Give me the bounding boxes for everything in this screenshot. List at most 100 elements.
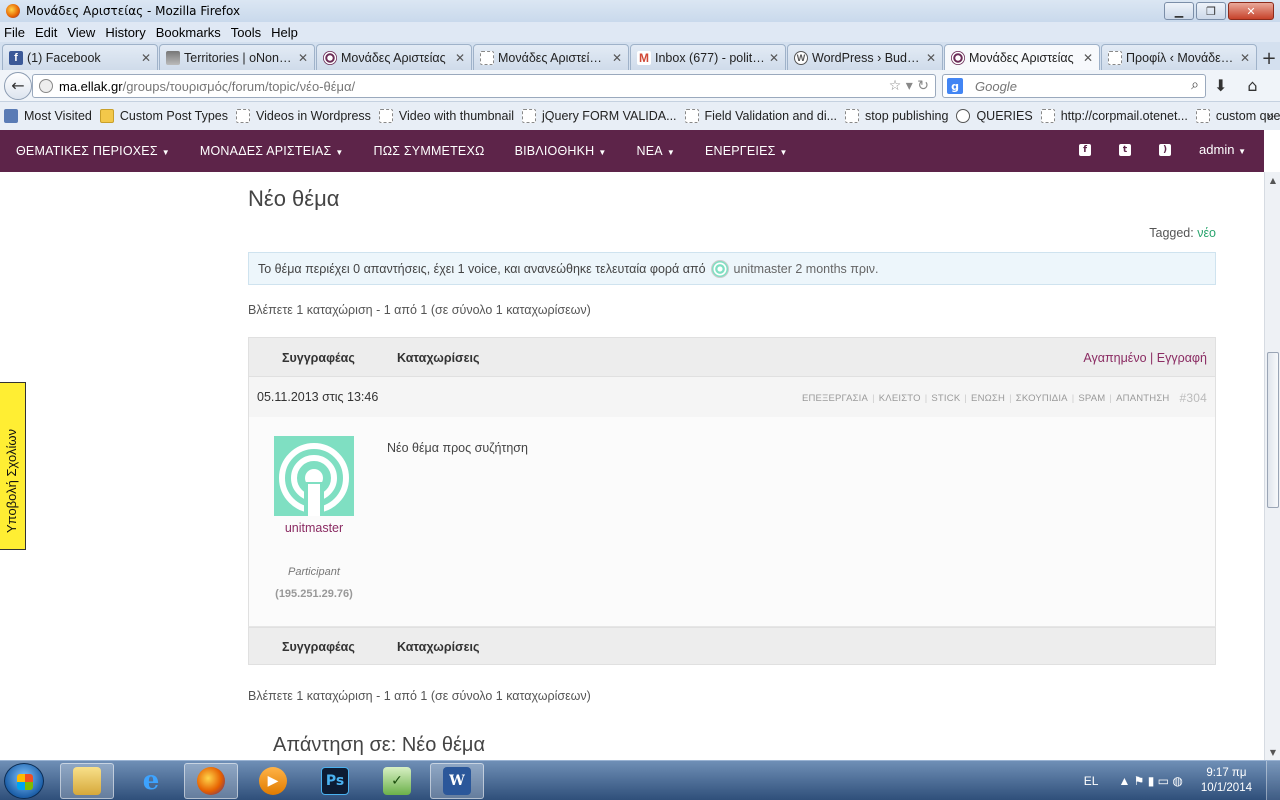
- post-body: unitmaster Participant (195.251.29.76) Ν…: [248, 417, 1216, 627]
- taskbar-app-word[interactable]: W: [430, 763, 484, 799]
- url-host: ma.ellak.gr: [59, 78, 123, 94]
- google-engine-icon[interactable]: g: [947, 78, 963, 94]
- close-tab-icon[interactable]: ✕: [141, 51, 151, 65]
- twitter-icon[interactable]: t: [1119, 143, 1132, 156]
- start-button[interactable]: [4, 763, 44, 799]
- bookmark-item[interactable]: Most Visited: [4, 109, 92, 123]
- bookmark-item[interactable]: jQuery FORM VALIDA...: [522, 109, 677, 123]
- minimize-button[interactable]: ▁: [1164, 2, 1194, 20]
- post-action-link[interactable]: ΑΠΑΝΤΗΣΗ: [1116, 393, 1169, 404]
- home-icon[interactable]: ⌂: [1247, 76, 1257, 95]
- post-action-link[interactable]: ΕΝΩΣΗ: [971, 393, 1005, 404]
- language-indicator[interactable]: EL: [1084, 774, 1099, 788]
- download-icon[interactable]: ⬇: [1214, 76, 1227, 95]
- bookmark-item[interactable]: Custom Post Types: [99, 109, 228, 123]
- clock[interactable]: 9:17 πμ 10/1/2014: [1201, 766, 1252, 796]
- menu-history[interactable]: History: [105, 25, 145, 40]
- site-nav-item[interactable]: ΝΕΑ ▼: [637, 144, 675, 158]
- post-action-link[interactable]: STICK: [931, 393, 960, 404]
- admin-menu[interactable]: admin ▼: [1199, 142, 1246, 157]
- url-text[interactable]: ma.ellak.gr/groups/τουρισμός/forum/topic…: [59, 79, 355, 94]
- browser-tab-4[interactable]: Μονάδες Αριστείας... ✕: [473, 44, 629, 70]
- menu-tools[interactable]: Tools: [231, 25, 261, 40]
- show-desktop-button[interactable]: [1266, 761, 1280, 800]
- browser-tab-6[interactable]: W WordPress › Buddy... ✕: [787, 44, 943, 70]
- site-nav-item[interactable]: ΕΝΕΡΓΕΙΕΣ ▼: [705, 144, 788, 158]
- site-nav-item[interactable]: ΘΕΜΑΤΙΚΕΣ ΠΕΡΙΟΧΕΣ ▼: [16, 144, 170, 158]
- caret-down-icon: ▼: [161, 148, 170, 157]
- new-tab-button[interactable]: +: [1258, 46, 1280, 70]
- page-scrollbar[interactable]: ▲ ▼: [1264, 172, 1280, 760]
- bookmark-item[interactable]: QUERIES: [956, 109, 1033, 123]
- browser-tab-2[interactable]: Territories | oNonos... ✕: [159, 44, 315, 70]
- site-nav-item[interactable]: ΜΟΝΑΔΕΣ ΑΡΙΣΤΕΙΑΣ ▼: [200, 144, 344, 158]
- tab-label: Μονάδες Αριστείας: [341, 50, 446, 65]
- browser-tab-7[interactable]: Μονάδες Αριστείας ✕: [944, 44, 1100, 70]
- search-icon[interactable]: ⌕: [1191, 77, 1199, 93]
- post-action-link[interactable]: ΚΛΕΙΣΤΟ: [879, 393, 921, 404]
- close-tab-icon[interactable]: ✕: [612, 51, 622, 65]
- bookmarks-overflow-button[interactable]: »: [1267, 108, 1274, 123]
- taskbar-app-chart-app[interactable]: ✓: [370, 763, 424, 799]
- bookmark-item[interactable]: stop publishing: [845, 109, 948, 123]
- tag-link[interactable]: νέο: [1197, 226, 1216, 240]
- bookmark-item[interactable]: Videos in Wordpress: [236, 109, 371, 123]
- url-actions[interactable]: ☆ ▾ ↻: [889, 78, 929, 94]
- close-tab-icon[interactable]: ✕: [298, 51, 308, 65]
- browser-tab-5[interactable]: M Inbox (677) - polito... ✕: [630, 44, 786, 70]
- back-button[interactable]: ←: [4, 71, 32, 100]
- menu-file[interactable]: File: [4, 25, 25, 40]
- avatar-identicon: [274, 436, 354, 516]
- browser-tab-8[interactable]: Προφίλ ‹ Μονάδες ... ✕: [1101, 44, 1257, 70]
- close-tab-icon[interactable]: ✕: [1083, 51, 1093, 65]
- feedback-tab[interactable]: Υποβολή Σχολίων: [0, 382, 26, 550]
- search-bar[interactable]: g Google ⌕: [942, 74, 1206, 98]
- navigation-bar: ← ma.ellak.gr/groups/τουρισμός/forum/top…: [0, 70, 1280, 102]
- system-tray: EL ▲ ⚑ ▮ ▭ ◍ 9:17 πμ 10/1/2014: [1084, 761, 1280, 800]
- bookmark-item[interactable]: Field Validation and di...: [684, 109, 837, 123]
- scroll-down-icon[interactable]: ▼: [1265, 744, 1280, 760]
- bookmark-item[interactable]: Video with thumbnail: [378, 109, 514, 123]
- close-tab-icon[interactable]: ✕: [769, 51, 779, 65]
- close-window-button[interactable]: ✕: [1228, 2, 1274, 20]
- taskbar-app-explorer[interactable]: [60, 763, 114, 799]
- tray-icons[interactable]: ▲ ⚑ ▮ ▭ ◍: [1118, 774, 1182, 788]
- author-avatar[interactable]: [274, 436, 354, 516]
- post-admin-links: ΕΠΕΞΕΡΓΑΣΙΑ | ΚΛΕΙΣΤΟ | STICK | ΕΝΩΣΗ | ΣΚΟΥΠΙΔΙ…: [802, 391, 1207, 405]
- menu-bookmarks[interactable]: Bookmarks: [156, 25, 221, 40]
- notice-user[interactable]: unitmaster 2 months πριν.: [734, 262, 879, 276]
- browser-tab-3[interactable]: Μονάδες Αριστείας ✕: [316, 44, 472, 70]
- bookmark-icon: [684, 109, 699, 123]
- facebook-icon[interactable]: f: [1079, 143, 1092, 156]
- site-nav-item[interactable]: ΠΩΣ ΣΥΜΜΕΤΕΧΩ: [374, 144, 485, 158]
- post-action-link[interactable]: ΣΚΟΥΠΙΔΙΑ: [1016, 393, 1068, 404]
- post-action-link[interactable]: ΕΠΕΞΕΡΓΑΣΙΑ: [802, 393, 868, 404]
- taskbar-app-internet-explorer[interactable]: e: [124, 763, 178, 799]
- browser-tab-1[interactable]: f (1) Facebook ✕: [2, 44, 158, 70]
- taskbar-app-firefox[interactable]: [184, 763, 238, 799]
- taskbar-app-media-player[interactable]: ▶: [246, 763, 300, 799]
- favorite-subscribe-links[interactable]: Αγαπημένο | Εγγραφή: [1083, 351, 1207, 365]
- post-action-link[interactable]: SPAM: [1078, 393, 1105, 404]
- menu-edit[interactable]: Edit: [35, 25, 57, 40]
- menu-help[interactable]: Help: [271, 25, 298, 40]
- bookmark-icon: [378, 109, 393, 123]
- close-tab-icon[interactable]: ✕: [1240, 51, 1250, 65]
- site-nav-label: ΝΕΑ: [636, 144, 663, 158]
- photoshop-icon: Ps: [321, 767, 349, 795]
- window-titlebar: Μονάδες Αριστείας - Mozilla Firefox ▁ ❐ …: [0, 0, 1280, 22]
- restore-button[interactable]: ❐: [1196, 2, 1226, 20]
- close-tab-icon[interactable]: ✕: [926, 51, 936, 65]
- post-author-name[interactable]: unitmaster: [249, 521, 379, 535]
- user-avatar-mini[interactable]: [710, 259, 729, 278]
- url-bar[interactable]: ma.ellak.gr/groups/τουρισμός/forum/topic…: [32, 74, 936, 98]
- rss-icon[interactable]: ): [1159, 143, 1172, 156]
- taskbar-app-photoshop[interactable]: Ps: [308, 763, 362, 799]
- menu-view[interactable]: View: [67, 25, 95, 40]
- post-permalink[interactable]: #304: [1180, 391, 1208, 405]
- close-tab-icon[interactable]: ✕: [455, 51, 465, 65]
- bookmark-item[interactable]: http://corpmail.otenet...: [1040, 109, 1188, 123]
- scrollbar-thumb[interactable]: [1267, 352, 1279, 508]
- scroll-up-icon[interactable]: ▲: [1265, 172, 1280, 188]
- site-nav-item[interactable]: ΒΙΒΛΙΟΘΗΚΗ ▼: [515, 144, 607, 158]
